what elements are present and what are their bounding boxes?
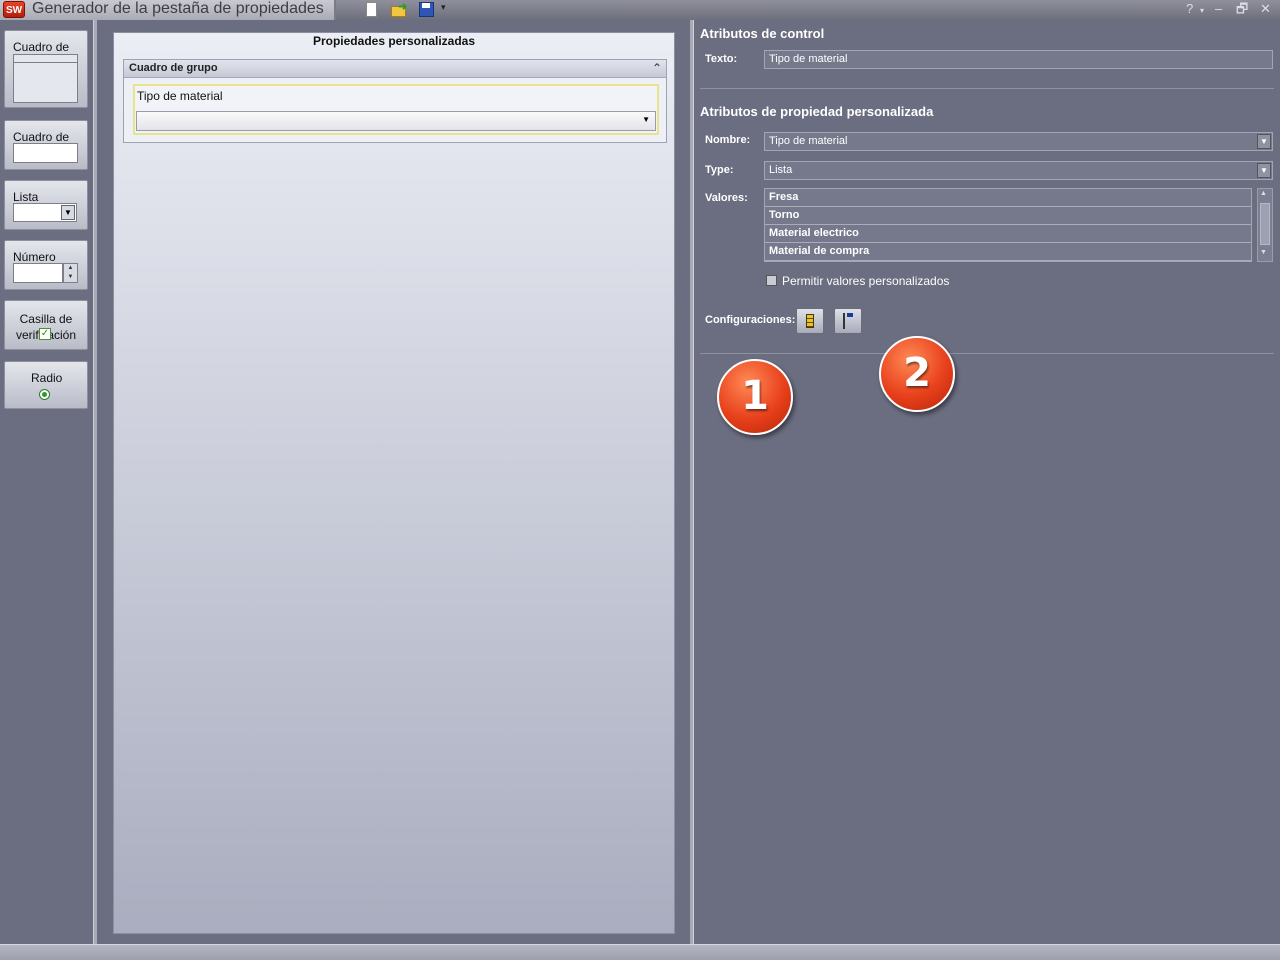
values-list[interactable]: Fresa Torno Material electrico Material …	[764, 188, 1252, 262]
allow-custom-values-checkbox[interactable]	[766, 275, 777, 286]
text-field[interactable]: Tipo de material	[764, 50, 1273, 69]
callout-badge-2: 2	[879, 336, 955, 412]
group-box-preview-icon	[13, 54, 78, 103]
chevron-down-icon[interactable]: ▼	[642, 115, 650, 124]
tool-text-box-label: Cuadro de	[13, 130, 70, 144]
help-icon[interactable]: ?	[1186, 1, 1193, 17]
minimize-icon[interactable]: –	[1215, 1, 1222, 17]
type-value: Lista	[769, 164, 793, 176]
group-box[interactable]: Cuadro de grupo ⌃ Tipo de material ▼	[123, 59, 667, 143]
group-box-title: Cuadro de grupo	[129, 62, 218, 74]
tool-list[interactable]: Lista ▼	[4, 180, 88, 230]
checkbox-icon: ✓	[39, 328, 51, 340]
property-tab-preview: Propiedades personalizadas Cuadro de gru…	[113, 32, 675, 934]
selected-control[interactable]: Tipo de material ▼	[133, 84, 659, 135]
tool-checkbox[interactable]: Casilla de verificación ✓	[4, 300, 88, 350]
chevron-down-icon: ▼	[61, 205, 75, 220]
type-label: Type:	[705, 164, 734, 176]
scroll-up-icon[interactable]: ▲	[1260, 190, 1267, 197]
list-item[interactable]: Torno	[765, 207, 1251, 225]
text-label: Texto:	[705, 53, 738, 65]
chevron-down-icon[interactable]: ▼	[1257, 163, 1271, 178]
spinner-icon: ▲ ▼	[63, 263, 78, 283]
title-tab: SW Generador de la pestaña de propiedade…	[0, 0, 336, 20]
close-icon[interactable]: ✕	[1260, 1, 1271, 17]
material-type-combo[interactable]: ▼	[136, 111, 656, 131]
status-bar	[0, 944, 1280, 960]
new-document-icon[interactable]	[364, 2, 380, 18]
all-configurations-button[interactable]	[796, 308, 824, 334]
list-item[interactable]: Material electrico	[765, 225, 1251, 243]
values-label: Valores:	[705, 192, 748, 204]
allow-custom-values-label: Permitir valores personalizados	[782, 274, 950, 288]
divider	[700, 88, 1274, 89]
group-box-header[interactable]: Cuadro de grupo ⌃	[124, 60, 666, 78]
callout-badge-1: 1	[717, 359, 793, 435]
list-item[interactable]: Material de compra	[765, 243, 1251, 261]
attributes-panel: Atributos de control Texto: Tipo de mate…	[694, 20, 1280, 944]
preview-title: Propiedades personalizadas	[312, 34, 476, 48]
tool-group-box-label: Cuadro de	[13, 40, 70, 54]
configurations-label: Configuraciones:	[705, 314, 796, 326]
field-label: Tipo de material	[137, 89, 223, 103]
save-icon[interactable]	[419, 2, 435, 18]
restore-icon[interactable]: 🗗	[1236, 1, 1248, 17]
name-label: Nombre:	[705, 134, 751, 146]
chevron-down-icon[interactable]: ▼	[1257, 134, 1271, 149]
radio-icon	[39, 389, 50, 400]
tool-group-box[interactable]: Cuadro de	[4, 30, 88, 108]
control-attributes-title: Atributos de control	[700, 26, 825, 41]
divider	[700, 353, 1274, 354]
name-value: Tipo de material	[769, 135, 848, 147]
list-item[interactable]: Fresa	[765, 189, 1251, 207]
list-preview-icon: ▼	[13, 203, 77, 222]
collapse-icon[interactable]: ⌃	[652, 60, 662, 76]
scrollbar-thumb[interactable]	[1260, 203, 1270, 245]
help-dropdown-icon[interactable]: ▾	[1200, 3, 1204, 19]
tool-radio-label: Radio	[31, 371, 63, 385]
app-logo-icon[interactable]: SW	[3, 1, 25, 18]
flag-icon	[843, 313, 845, 329]
name-select[interactable]: Tipo de material ▼	[764, 132, 1273, 151]
number-preview-icon	[13, 263, 63, 283]
configurations-icon	[806, 314, 814, 328]
custom-property-attributes-title: Atributos de propiedad personalizada	[700, 104, 934, 119]
specific-configuration-button[interactable]	[834, 308, 862, 334]
open-folder-icon[interactable]: ➜	[391, 1, 407, 18]
tool-radio[interactable]: Radio	[4, 361, 88, 409]
tool-text-box[interactable]: Cuadro de	[4, 120, 88, 170]
tool-number[interactable]: Número ▲ ▼	[4, 240, 88, 290]
type-select[interactable]: Lista ▼	[764, 161, 1273, 180]
toolbox-splitter[interactable]	[93, 20, 97, 944]
scroll-down-icon[interactable]: ▼	[1260, 249, 1267, 256]
window-title: Generador de la pestaña de propiedades	[32, 0, 324, 17]
tool-number-label: Número	[13, 250, 56, 264]
save-dropdown-icon[interactable]: ▾	[441, 2, 446, 13]
tool-list-label: Lista	[13, 190, 39, 204]
text-box-preview-icon	[13, 143, 78, 163]
values-scrollbar[interactable]: ▲ ▼	[1257, 188, 1273, 262]
title-bar: SW Generador de la pestaña de propiedade…	[0, 0, 1280, 20]
